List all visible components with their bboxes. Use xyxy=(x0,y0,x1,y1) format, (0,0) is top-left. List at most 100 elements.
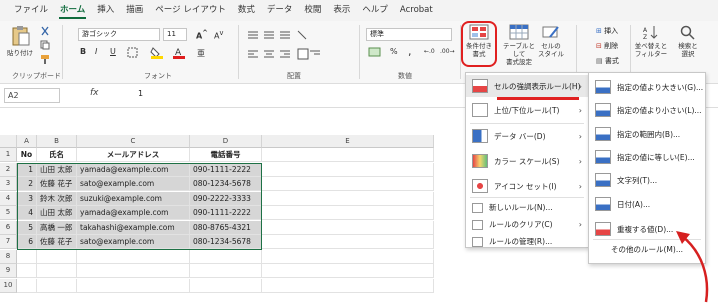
cond-menu-item[interactable]: データ バー(D) › xyxy=(466,125,588,147)
table-cell[interactable]: 山田 太郎 xyxy=(37,162,77,177)
tab-data[interactable]: データ xyxy=(261,0,299,21)
cell[interactable] xyxy=(262,264,434,278)
cell-styles-button[interactable]: セルの スタイル xyxy=(538,24,564,58)
percent-button[interactable]: % xyxy=(390,47,398,56)
tab-view[interactable]: 表示 xyxy=(327,0,356,21)
tab-page-layout[interactable]: ページ レイアウト xyxy=(149,0,232,21)
row-header[interactable]: 9 xyxy=(0,264,17,278)
italic-button[interactable]: I xyxy=(95,47,97,56)
copy-icon[interactable] xyxy=(40,40,50,50)
font-shrink-icon[interactable]: Av xyxy=(214,29,223,41)
table-cell[interactable]: 佐藤 花子 xyxy=(37,235,77,249)
select-all-corner[interactable] xyxy=(0,135,17,148)
formula-input[interactable]: 1 xyxy=(138,89,143,98)
insert-cells-button[interactable]: ⊞ 挿入 xyxy=(596,26,618,36)
cell[interactable] xyxy=(262,278,434,293)
cell[interactable] xyxy=(77,278,190,293)
row-header[interactable]: 1 xyxy=(0,148,17,162)
table-cell[interactable]: 080-1234-5678 xyxy=(190,235,262,249)
table-header-cell[interactable]: 氏名 xyxy=(37,148,77,162)
submenu-item[interactable]: 文字列(T)... xyxy=(589,169,705,191)
find-select-button[interactable]: 検索と 選択 xyxy=(670,24,706,58)
tab-acrobat[interactable]: Acrobat xyxy=(394,0,439,21)
cell[interactable] xyxy=(37,278,77,293)
row-header[interactable]: 7 xyxy=(0,235,17,249)
border-icon[interactable] xyxy=(127,47,139,58)
row-header[interactable]: 5 xyxy=(0,206,17,220)
name-box[interactable]: A2 xyxy=(4,88,60,103)
table-header-cell[interactable]: No xyxy=(17,148,37,162)
cell[interactable] xyxy=(262,148,434,162)
cond-menu-item[interactable]: 新しいルール(N)... xyxy=(466,199,588,216)
cell[interactable] xyxy=(17,264,37,278)
table-cell[interactable]: suzuki@example.com xyxy=(77,191,190,206)
table-cell[interactable]: 080-8765-4321 xyxy=(190,220,262,235)
column-header-a[interactable]: A xyxy=(17,135,37,148)
cell[interactable] xyxy=(37,249,77,264)
alignment-icons[interactable] xyxy=(246,29,330,63)
column-header-e[interactable]: E xyxy=(262,135,434,148)
table-cell[interactable]: 1 xyxy=(17,162,37,177)
delete-cells-button[interactable]: ⊟ 削除 xyxy=(596,41,618,51)
table-cell[interactable]: 高橋 一郎 xyxy=(37,220,77,235)
cell[interactable] xyxy=(262,235,434,249)
submenu-item[interactable]: 指定の値に等しい(E)... xyxy=(589,146,705,168)
table-cell[interactable]: 5 xyxy=(17,220,37,235)
font-grow-icon[interactable]: A^ xyxy=(196,29,208,41)
table-cell[interactable]: 山田 太郎 xyxy=(37,206,77,220)
phonetic-icon[interactable]: 亜 xyxy=(196,46,210,59)
cond-menu-item[interactable]: セルの強調表示ルール(H) › xyxy=(466,75,588,97)
row-header[interactable]: 3 xyxy=(0,177,17,191)
tab-home[interactable]: ホーム xyxy=(54,0,91,21)
format-cells-button[interactable]: ▤ 書式 xyxy=(596,56,619,66)
tab-help[interactable]: ヘルプ xyxy=(356,0,394,21)
cell[interactable] xyxy=(17,278,37,293)
table-cell[interactable]: sato@example.com xyxy=(77,177,190,191)
table-cell[interactable]: 鈴木 次郎 xyxy=(37,191,77,206)
row-header[interactable]: 4 xyxy=(0,191,17,206)
cell[interactable] xyxy=(262,206,434,220)
decrease-decimal-button[interactable]: .00→ xyxy=(440,48,455,55)
table-cell[interactable]: takahashi@example.com xyxy=(77,220,190,235)
column-header-c[interactable]: C xyxy=(77,135,190,148)
increase-decimal-button[interactable]: ←.0 xyxy=(424,48,435,55)
row-header[interactable]: 10 xyxy=(0,278,17,293)
sort-filter-button[interactable]: AZ 並べ替えと フィルター xyxy=(634,24,668,58)
table-cell[interactable]: 2 xyxy=(17,177,37,191)
table-cell[interactable]: 090-1111-2222 xyxy=(190,206,262,220)
cell[interactable] xyxy=(77,249,190,264)
cond-menu-item[interactable]: ルールのクリア(C) › xyxy=(466,216,588,233)
submenu-item[interactable]: 指定の値より小さい(L)... xyxy=(589,99,705,121)
fx-icon[interactable]: fx xyxy=(90,88,99,98)
format-painter-icon[interactable] xyxy=(40,54,50,64)
column-header-b[interactable]: B xyxy=(37,135,77,148)
font-size-combo[interactable]: 11 xyxy=(163,28,187,41)
column-header-d[interactable]: D xyxy=(190,135,262,148)
table-header-cell[interactable]: 電話番号 xyxy=(190,148,262,162)
cell[interactable] xyxy=(262,177,434,191)
table-cell[interactable]: 090-1111-2222 xyxy=(190,162,262,177)
font-name-combo[interactable]: 游ゴシック xyxy=(78,28,160,41)
format-as-table-button[interactable]: テーブルとして 書式設定 xyxy=(500,24,538,66)
cell[interactable] xyxy=(17,249,37,264)
cell[interactable] xyxy=(77,264,190,278)
table-cell[interactable]: 佐藤 花子 xyxy=(37,177,77,191)
table-cell[interactable]: sato@example.com xyxy=(77,235,190,249)
cell[interactable] xyxy=(190,264,262,278)
table-cell[interactable]: 3 xyxy=(17,191,37,206)
cond-menu-item[interactable]: アイコン セット(I) › xyxy=(466,175,588,197)
table-cell[interactable]: yamada@example.com xyxy=(77,206,190,220)
cell[interactable] xyxy=(262,191,434,206)
font-color-icon[interactable]: A xyxy=(172,46,186,59)
cond-menu-item[interactable]: カラー スケール(S) › xyxy=(466,150,588,172)
table-header-cell[interactable]: メールアドレス xyxy=(77,148,190,162)
submenu-item[interactable]: 日付(A)... xyxy=(589,193,705,215)
cell[interactable] xyxy=(262,162,434,177)
table-cell[interactable]: 090-2222-3333 xyxy=(190,191,262,206)
row-header[interactable]: 2 xyxy=(0,162,17,177)
submenu-item[interactable]: 指定の範囲内(B)... xyxy=(589,123,705,145)
number-format-combo[interactable]: 標準 xyxy=(366,28,452,41)
tab-draw[interactable]: 描画 xyxy=(120,0,149,21)
cell[interactable] xyxy=(262,220,434,235)
cell[interactable] xyxy=(37,264,77,278)
